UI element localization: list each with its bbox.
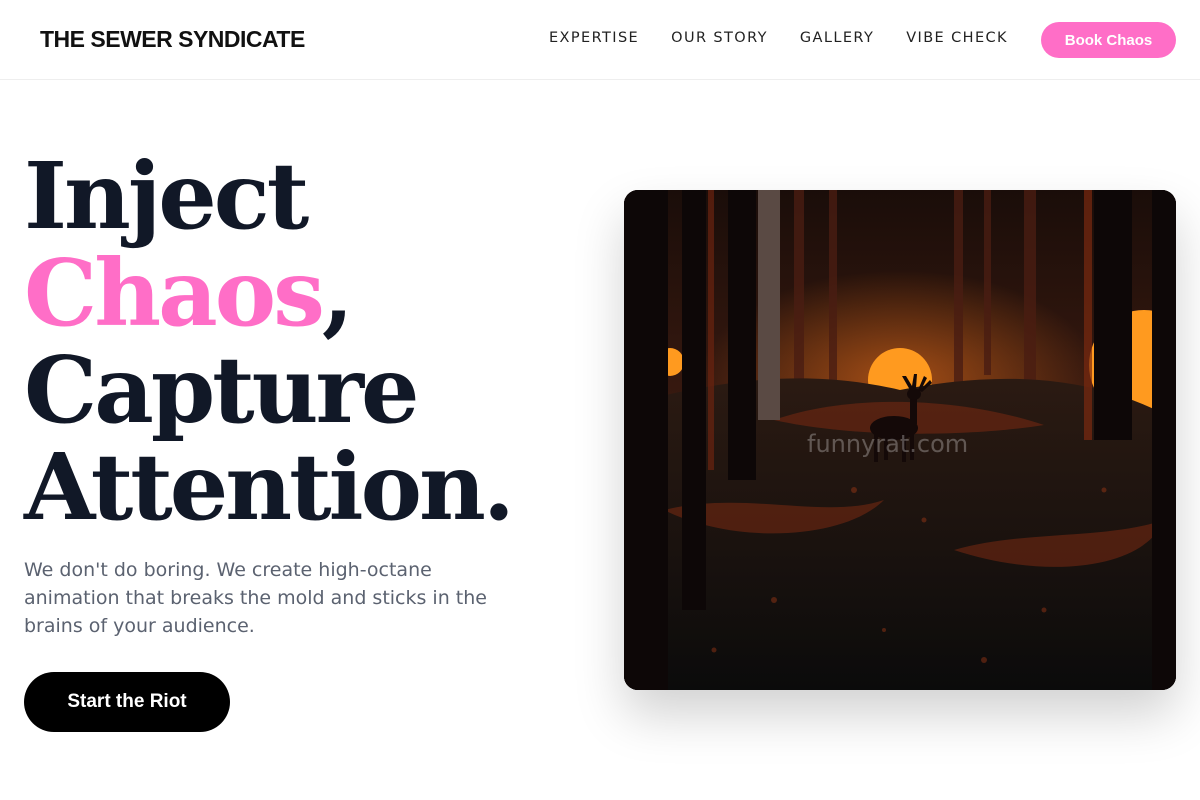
headline-line-1: Inject [24,142,309,250]
hero-image: funnyrat.com [624,190,1176,690]
headline-line-2: Chaos, [24,245,512,342]
hero-headline: Inject Chaos, Capture Attention. [24,142,515,541]
nav-link-gallery[interactable]: GALLERY [800,30,874,46]
book-chaos-button[interactable]: Book Chaos [1041,22,1176,58]
forest-deer-illustration: funnyrat.com [624,190,1176,690]
nav-link-vibe-check[interactable]: VIBE CHECK [906,30,1008,46]
nav-link-our-story[interactable]: OUR STORY [671,30,768,46]
headline-line-4: Attention. [24,433,515,541]
main-nav: EXPERTISE OUR STORY GALLERY VIBE CHECK [549,30,1040,46]
headline-comma: , [321,239,354,347]
hero-subcopy: We don't do boring. We create high-octan… [24,559,487,637]
site-header: THE SEWER SYNDICATE EXPERTISE OUR STORY … [0,0,1200,80]
site-logo[interactable]: THE SEWER SYNDICATE [40,26,305,53]
image-watermark: funnyrat.com [807,430,968,458]
start-the-riot-button[interactable]: Start the Riot [24,672,230,732]
nav-link-expertise[interactable]: EXPERTISE [549,30,639,46]
headline-accent-word: Chaos [24,239,325,347]
headline-line-3: Capture [24,336,420,444]
